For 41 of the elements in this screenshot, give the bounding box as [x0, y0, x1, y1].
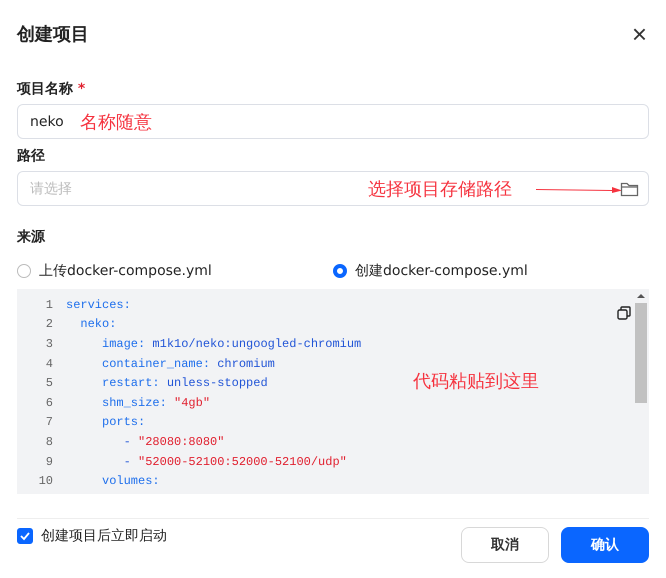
start-checkbox[interactable]: 创建项目后立即启动: [17, 527, 167, 545]
line-number: 2: [44, 317, 54, 332]
code-line: restart: unless-stopped: [101, 376, 268, 390]
code-line: - "28080:8080": [122, 434, 224, 449]
copy-icon[interactable]: [617, 306, 631, 320]
annotation-text: 代码粘贴到这里: [413, 370, 539, 393]
folder-icon[interactable]: [620, 181, 639, 197]
radio-option[interactable]: 上传docker-compose.yml: [17, 262, 333, 280]
field-label: 来源: [17, 229, 45, 245]
scroll-up-icon[interactable]: [637, 293, 645, 299]
line-number: 6: [44, 396, 54, 410]
line-number: 4: [44, 356, 54, 371]
confirm-button[interactable]: 确认: [561, 527, 649, 563]
code-line: volumes:: [101, 474, 160, 488]
line-number: 1: [44, 298, 54, 312]
line-number: 8: [44, 434, 54, 449]
code-line: container_name: chromium: [101, 356, 275, 371]
line-number: 9: [44, 454, 54, 469]
required-mark: *: [78, 81, 86, 97]
code-line: - "52000-52100:52000-52100/udp": [122, 454, 347, 469]
field-label: 路径: [17, 148, 45, 164]
annotation-text: 选择项目存储路径: [368, 178, 512, 201]
line-number: 3: [44, 336, 54, 351]
name-field[interactable]: neko 名称随意: [17, 104, 649, 139]
code-line: shm_size: "4gb": [101, 396, 210, 410]
line-number: 7: [44, 415, 54, 430]
cancel-button[interactable]: 取消: [461, 527, 549, 563]
line-number: 10: [38, 474, 54, 488]
code-line: services:: [66, 298, 131, 312]
code-line: image: m1k1o/neko:ungoogled-chromium: [101, 336, 362, 351]
path-field[interactable]: 请选择 选择项目存储路径: [17, 171, 649, 206]
annotation-text: 名称随意: [80, 111, 152, 134]
line-number: 5: [44, 376, 54, 390]
code-line: neko:: [79, 317, 116, 332]
radio-option[interactable]: 创建docker-compose.yml: [333, 262, 649, 280]
check-icon: [19, 530, 31, 542]
field-label: 项目名称: [17, 81, 73, 97]
close-button[interactable]: ×: [630, 21, 649, 47]
dialog-title: 创建项目: [17, 23, 89, 46]
scrollbar[interactable]: [635, 293, 647, 403]
code-line: ports:: [101, 415, 146, 430]
